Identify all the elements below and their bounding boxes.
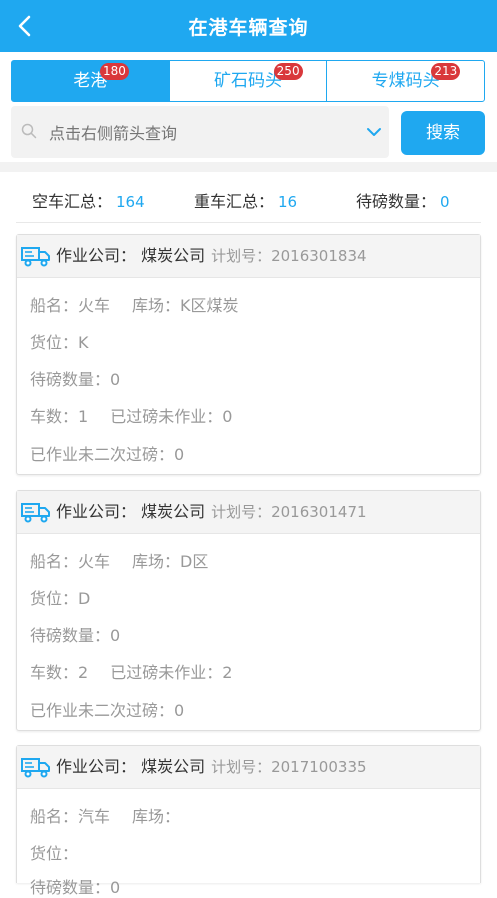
truck-icon [21, 247, 50, 267]
count-badge: 213 [431, 63, 461, 80]
card-header: 作业公司： 煤炭公司 计划号：2016301471 [17, 491, 480, 534]
tab-label: 专煤码头 [371, 71, 440, 91]
location-row: 货位： [30, 844, 79, 863]
pending-row: 待磅数量：0 [30, 370, 121, 389]
cars-row: 车数：1 已过磅未作业：0 [30, 403, 232, 427]
pending-value: 0 [440, 193, 450, 211]
not-second-weighed-row: 已作业未二次过磅：0 [30, 701, 185, 720]
location-row: 货位：K [30, 333, 89, 352]
plan-number: 计划号：2016301834 [211, 247, 367, 265]
card-title: 作业公司： 煤炭公司 计划号：2016301471 [56, 491, 367, 533]
ship-name: 船名：火车 [30, 552, 111, 571]
tab-ore-terminal[interactable]: 矿石码头 250 [168, 61, 327, 101]
cars-row: 车数：2 已过磅未作业：2 [30, 659, 232, 683]
yard-name: 库场：K区煤炭 [132, 296, 239, 315]
weighed-not-worked: 已过磅未作业：0 [110, 407, 233, 426]
search-box [11, 106, 389, 158]
empty-summary: 空车汇总： 164 [32, 188, 145, 212]
vehicle-card[interactable]: 作业公司： 煤炭公司 计划号：2016301834 船名：火车 库场：K区煤炭 货位… [16, 234, 481, 475]
tab-label: 矿石码头 [214, 71, 282, 91]
app-header: 在港车辆查询 [0, 0, 497, 52]
car-count: 车数：2 [30, 663, 89, 682]
ship-yard-row: 船名：火车 库场：D区 [30, 548, 208, 572]
tab-bar: 老港 180 矿石码头 250 专煤码头 213 [11, 60, 485, 102]
card-title: 作业公司： 煤炭公司 计划号：2016301834 [56, 235, 367, 277]
search-input[interactable] [47, 114, 351, 152]
location-row: 货位：D [30, 589, 91, 608]
card-title: 作业公司： 煤炭公司 计划号：2017100335 [56, 746, 367, 788]
pending-row: 待磅数量：0 [30, 878, 121, 897]
search-icon [21, 123, 37, 139]
yard-name: 库场：D区 [132, 552, 209, 571]
card-header: 作业公司： 煤炭公司 计划号：2017100335 [17, 746, 480, 789]
heavy-label: 重车汇总： [194, 192, 275, 211]
car-count: 车数：1 [30, 407, 89, 426]
search-button[interactable]: 搜索 [401, 111, 485, 155]
count-badge: 180 [100, 63, 129, 80]
truck-icon [21, 503, 50, 523]
not-second-weighed-row: 已作业未二次过磅：0 [30, 445, 185, 464]
ship-yard-row: 船名：火车 库场：K区煤炭 [30, 292, 239, 316]
ship-name: 船名：火车 [30, 296, 111, 315]
plan-number: 计划号：2017100335 [211, 758, 367, 776]
empty-value: 164 [116, 193, 145, 211]
truck-icon [21, 758, 50, 778]
vehicle-card[interactable]: 作业公司： 煤炭公司 计划号：2016301471 船名：火车 库场：D区 货位：D… [16, 490, 481, 731]
ship-name: 船名：汽车 [30, 807, 111, 826]
pending-label: 待磅数量： [356, 192, 437, 211]
company-label: 作业公司： 煤炭公司 [56, 502, 206, 521]
vehicle-card[interactable]: 作业公司： 煤炭公司 计划号：2017100335 船名：汽车 库场： 货位： 待磅… [16, 745, 481, 897]
heavy-summary: 重车汇总： 16 [194, 188, 297, 212]
tab-laogang[interactable]: 老港 180 [12, 61, 169, 101]
company-label: 作业公司： 煤炭公司 [56, 246, 206, 265]
company-label: 作业公司： 煤炭公司 [56, 757, 206, 776]
tab-coal-terminal[interactable]: 专煤码头 213 [326, 61, 484, 101]
heavy-value: 16 [278, 193, 298, 211]
section-divider [0, 162, 497, 172]
yard-name: 库场： [132, 807, 181, 826]
summary-bar: 空车汇总： 164 重车汇总： 16 待磅数量： 0 [0, 172, 497, 224]
empty-label: 空车汇总： [32, 192, 113, 211]
plan-number: 计划号：2016301471 [211, 503, 367, 521]
divider [16, 222, 481, 223]
pending-summary: 待磅数量： 0 [356, 188, 450, 212]
card-header: 作业公司： 煤炭公司 计划号：2016301834 [17, 235, 480, 278]
pending-row: 待磅数量：0 [30, 626, 121, 645]
weighed-not-worked: 已过磅未作业：2 [110, 663, 233, 682]
ship-yard-row: 船名：汽车 库场： [30, 803, 180, 827]
count-badge: 250 [273, 63, 303, 80]
chevron-down-icon[interactable] [366, 126, 382, 138]
page-title: 在港车辆查询 [188, 17, 309, 39]
